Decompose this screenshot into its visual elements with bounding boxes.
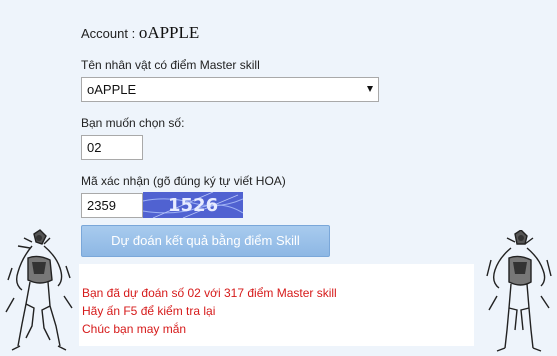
character-label: Tên nhân vật có điểm Master skill: [81, 58, 260, 72]
submit-button[interactable]: Dự đoán kết quả bằng điểm Skill: [81, 225, 330, 257]
number-input[interactable]: 02: [81, 135, 143, 160]
dropdown-arrow-icon: [367, 86, 373, 92]
account-value: oAPPLE: [138, 23, 200, 42]
character-select[interactable]: oAPPLE: [81, 77, 379, 102]
result-line: Chúc bạn may mắn: [82, 322, 187, 336]
account-label: Account :: [81, 26, 136, 41]
number-label: Bạn muốn chọn số:: [81, 116, 185, 130]
captcha-image: 1526: [143, 192, 243, 218]
prediction-form: Account : oAPPLE Tên nhân vật có điểm Ma…: [81, 22, 381, 219]
account-row: Account : oAPPLE: [81, 22, 381, 44]
character-selected-value: oAPPLE: [87, 82, 137, 97]
result-box: Bạn đã dự đoán số 02 với 317 điểm Master…: [79, 264, 474, 346]
captcha-text: 1526: [168, 195, 218, 216]
captcha-row: 2359 1526: [81, 192, 381, 219]
result-line: Hãy ấn F5 để kiểm tra lại: [82, 304, 216, 318]
captcha-input[interactable]: 2359: [81, 193, 143, 218]
result-line: Bạn đã dự đoán số 02 với 317 điểm Master…: [82, 286, 337, 300]
captcha-label: Mã xác nhận (gõ đúng ký tự viết HOA): [81, 174, 286, 188]
page: Account : oAPPLE Tên nhân vật có điểm Ma…: [0, 0, 557, 356]
right-warrior-image: [486, 230, 552, 352]
left-warrior-image: [5, 229, 73, 351]
